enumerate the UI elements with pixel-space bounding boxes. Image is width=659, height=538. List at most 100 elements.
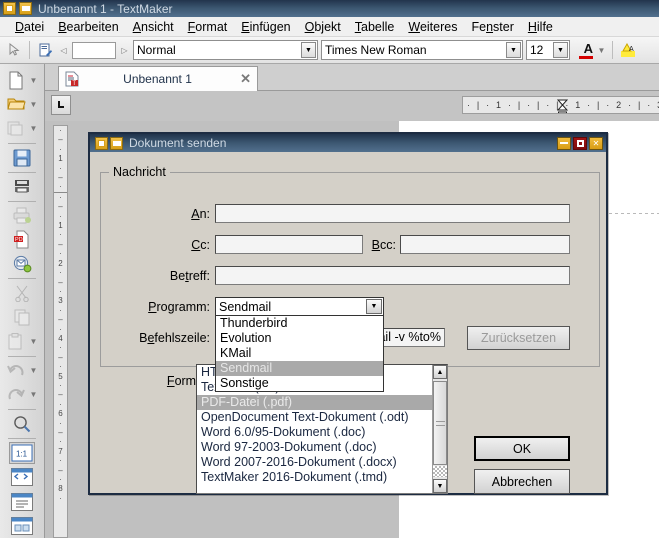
zoom-icon[interactable]: [11, 413, 33, 435]
toolbar-item-open[interactable]: ▼: [1, 92, 44, 116]
menu-ansicht[interactable]: Ansicht: [126, 18, 181, 36]
programm-dropdown-list[interactable]: Thunderbird Evolution KMail Sendmail Sonstig…: [215, 315, 384, 392]
programm-option[interactable]: KMail: [216, 346, 383, 361]
print-preview-icon[interactable]: [11, 176, 33, 198]
programm-option[interactable]: Evolution: [216, 331, 383, 346]
print-icon[interactable]: [11, 205, 33, 227]
cut-icon[interactable]: [11, 282, 33, 304]
indent-marker-icon[interactable]: [556, 99, 569, 113]
toolbar-item-print[interactable]: [1, 204, 44, 228]
view-sidebar-icon[interactable]: [10, 467, 34, 487]
programm-option[interactable]: Thunderbird: [216, 316, 383, 331]
chevron-down-icon[interactable]: ▼: [366, 299, 382, 314]
programm-combo[interactable]: Sendmail ▼: [215, 297, 384, 316]
toolbar-item-cut[interactable]: [1, 281, 44, 305]
save-icon[interactable]: [11, 147, 33, 169]
maximize-button[interactable]: [573, 136, 587, 150]
undo-icon[interactable]: [5, 360, 27, 382]
format-option[interactable]: TextMaker 2016-Dokument (.tmd): [197, 470, 433, 485]
open-folder-icon[interactable]: [5, 93, 27, 115]
menu-datei[interactable]: Datei: [8, 18, 51, 36]
toolbar-item-send-document[interactable]: [1, 252, 44, 276]
menu-weiteres[interactable]: Weiteres: [401, 18, 464, 36]
prev-arrow-icon[interactable]: ◁: [58, 46, 69, 55]
chevron-down-icon[interactable]: ▼: [506, 42, 521, 58]
toolbar-item-view-sidebar[interactable]: [1, 465, 44, 489]
format-option[interactable]: Word 2007-2016-Dokument (.docx): [197, 455, 433, 470]
dialog-title-bar[interactable]: Dokument senden ✕: [90, 134, 606, 152]
menu-tabelle[interactable]: Tabelle: [348, 18, 402, 36]
zoom-value-input[interactable]: [72, 41, 116, 59]
toolbar-item-redo[interactable]: ▼: [1, 383, 44, 407]
toolbar-item-zoom[interactable]: [1, 412, 44, 436]
select-cursor-icon[interactable]: [4, 40, 24, 60]
format-option[interactable]: OpenDocument Text-Dokument (.odt): [197, 410, 433, 425]
horizontal-ruler[interactable]: · | · 1 · | · | · | · 1 · | · 2 · | · 3: [462, 96, 659, 114]
chevron-down-icon[interactable]: ▼: [28, 366, 39, 375]
close-button[interactable]: ✕: [589, 136, 603, 150]
bcc-input[interactable]: [400, 235, 570, 254]
menu-objekt[interactable]: Objekt: [298, 18, 348, 36]
format-option[interactable]: PDF-Datei (.pdf): [197, 395, 433, 410]
toolbar-item-export-pdf[interactable]: PDF: [1, 228, 44, 252]
programm-option[interactable]: Sonstige: [216, 376, 383, 391]
toolbar-item-new[interactable]: ▼: [1, 68, 44, 92]
toolbar-item-save[interactable]: [1, 146, 44, 170]
an-input[interactable]: [215, 204, 570, 223]
new-document-icon[interactable]: [5, 69, 27, 91]
format-option[interactable]: Word 97-2003-Dokument (.doc): [197, 440, 433, 455]
font-color-button[interactable]: A: [573, 40, 593, 60]
chevron-down-icon[interactable]: ▼: [28, 100, 39, 109]
vertical-ruler[interactable]: · – · 1 · – · · – · 1 · – · 2 · – · 3 · – · 4 · – · 5 · – · 6 · – · 7 · – · 8 ·: [53, 125, 68, 538]
menu-format[interactable]: Format: [181, 18, 235, 36]
window-restore-icon[interactable]: [19, 2, 32, 15]
paste-icon[interactable]: [5, 331, 27, 353]
format-option[interactable]: Word 6.0/95-Dokument (.doc): [197, 425, 433, 440]
next-arrow-icon[interactable]: ▷: [119, 46, 130, 55]
view-layout-icon[interactable]: [10, 516, 34, 536]
zuruecksetzen-button[interactable]: Zurücksetzen: [467, 326, 570, 350]
chevron-down-icon[interactable]: ▼: [28, 390, 39, 399]
app-grid-icon[interactable]: [95, 136, 108, 150]
chevron-down-icon[interactable]: ▼: [301, 42, 316, 58]
copy-icon[interactable]: [11, 306, 33, 328]
cancel-button[interactable]: Abbrechen: [474, 469, 570, 494]
window-restore-icon[interactable]: [110, 136, 123, 150]
menu-einfuegen[interactable]: Einfügen: [234, 18, 297, 36]
arrow-down-icon[interactable]: ▼: [433, 479, 447, 493]
font-size-combo[interactable]: 12 ▼: [526, 40, 570, 60]
close-icon[interactable]: ✕: [236, 71, 251, 87]
highlight-color-button[interactable]: A: [618, 40, 638, 60]
tab-stop-type-button[interactable]: [51, 95, 71, 115]
zoom-100-icon[interactable]: 1:1: [9, 442, 35, 465]
toolbar-item-view-page[interactable]: [1, 489, 44, 513]
export-pdf-icon[interactable]: PDF: [11, 229, 33, 251]
menu-hilfe[interactable]: Hilfe: [521, 18, 560, 36]
send-document-icon[interactable]: [11, 253, 33, 275]
ok-button[interactable]: OK: [474, 436, 570, 461]
edit-document-icon[interactable]: [35, 40, 55, 60]
toolbar-item-undo[interactable]: ▼: [1, 359, 44, 383]
scrollbar-track[interactable]: [433, 466, 447, 477]
toolbar-item-paste[interactable]: ▼: [1, 330, 44, 354]
toolbar-item-copy[interactable]: [1, 305, 44, 329]
scrollbar-thumb[interactable]: [433, 381, 447, 465]
chevron-down-icon[interactable]: ▼: [553, 42, 568, 58]
minimize-button[interactable]: [557, 136, 571, 150]
toolbar-item-view-layout[interactable]: [1, 514, 44, 538]
toolbar-item-print-preview[interactable]: [1, 175, 44, 199]
chevron-down-icon[interactable]: ▼: [28, 337, 39, 346]
font-color-chevron-down-icon[interactable]: ▼: [596, 46, 607, 55]
format-listbox-scrollbar[interactable]: ▲ ▼: [432, 365, 447, 493]
font-family-combo[interactable]: Times New Roman ▼: [321, 40, 523, 60]
betreff-input[interactable]: [215, 266, 570, 285]
toolbar-item-open-recent[interactable]: ▼: [1, 116, 44, 140]
programm-option[interactable]: Sendmail: [216, 361, 383, 376]
toolbar-item-zoom-100[interactable]: 1:1: [1, 441, 44, 465]
view-page-icon[interactable]: [10, 492, 34, 512]
menu-fenster[interactable]: Fenster: [464, 18, 520, 36]
paragraph-style-combo[interactable]: Normal ▼: [133, 40, 318, 60]
open-recent-icon[interactable]: [5, 118, 27, 140]
chevron-down-icon[interactable]: ▼: [28, 124, 39, 133]
document-tab[interactable]: T Unbenannt 1 ✕: [58, 66, 258, 91]
